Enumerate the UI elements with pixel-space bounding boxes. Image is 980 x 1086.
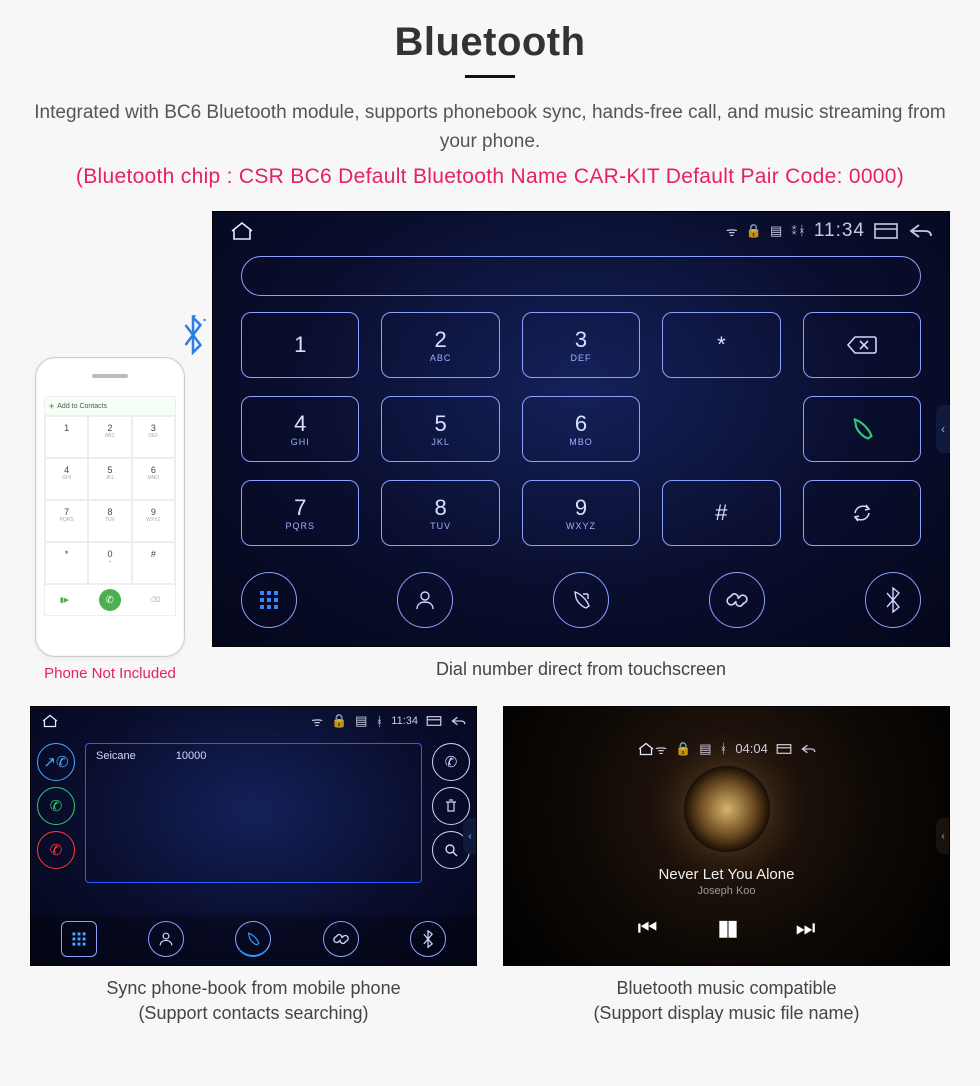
nav-bt-settings[interactable] (865, 572, 921, 628)
headunit-phonebook-screen: ᯤ 🔒 ▤ ᚼ 11:34 ↗✆ ✆ ✆ (30, 706, 477, 966)
mobile-phone-mockup: + Add to Contacts 12ABC3DEF 4GHI5JKL6MNO 7… (35, 357, 185, 657)
nav-pair[interactable] (709, 572, 765, 628)
back-icon[interactable] (800, 743, 816, 755)
lock-icon: 🔒 (675, 741, 691, 757)
dial-out-icon[interactable]: ↗✆ (37, 743, 75, 781)
description: Integrated with BC6 Bluetooth module, su… (30, 98, 950, 157)
key-5[interactable]: 5JKL (381, 396, 499, 462)
dialpad-caption: Dial number direct from touchscreen (212, 657, 950, 682)
dial-icon: ✆ (99, 589, 121, 611)
phonebook-caption: Sync phone-book from mobile phone(Suppor… (30, 976, 477, 1026)
key-#[interactable]: # (662, 480, 780, 546)
phone-action-bar: ▮▶ ✆ ⌫ (45, 584, 175, 615)
wifi-icon: ᯤ (311, 712, 323, 730)
contact-row[interactable]: Seicane 10000 (96, 750, 411, 762)
contact-list[interactable]: Seicane 10000 (85, 743, 422, 883)
contact-name: Seicane (96, 750, 136, 762)
key-4[interactable]: 4GHI (241, 396, 359, 462)
phone-key: 5JKL (88, 458, 131, 500)
drawer-tab[interactable]: ‹ (936, 405, 950, 453)
phone-key: 3DEF (132, 416, 175, 458)
key-6[interactable]: 6MBO (522, 396, 640, 462)
phone-key: 2ABC (88, 416, 131, 458)
key-3[interactable]: 3DEF (522, 312, 640, 378)
bluetooth-status-icon: ᚼ (720, 741, 728, 756)
phone-key: 7PQRS (45, 500, 88, 542)
sd-icon: ▤ (355, 713, 367, 729)
wifi-icon: ᯤ (655, 740, 667, 758)
key-1[interactable]: 1 (241, 312, 359, 378)
clock: 11:34 (814, 220, 865, 242)
sd-icon: ▤ (770, 223, 782, 239)
key-7[interactable]: 7PQRS (241, 480, 359, 546)
phone-caption: Phone Not Included (30, 665, 190, 682)
delete-icon[interactable] (432, 787, 470, 825)
clock: 11:34 (391, 715, 418, 727)
next-track-button[interactable]: ⏭ (796, 915, 816, 941)
prev-track-button[interactable]: ⏮ (638, 915, 658, 941)
nav-contacts[interactable] (397, 572, 453, 628)
nav-bt-settings[interactable] (410, 921, 446, 957)
key-2[interactable]: 2ABC (381, 312, 499, 378)
key-9[interactable]: 9WXYZ (522, 480, 640, 546)
page-title: Bluetooth (30, 20, 950, 65)
bluetooth-icon: ⠁⠂⠄ (178, 315, 208, 364)
album-art (684, 766, 770, 852)
phone-key: 8TUV (88, 500, 131, 542)
window-icon[interactable] (426, 715, 442, 727)
title-underline (465, 75, 515, 78)
backspace-icon: ⌫ (150, 596, 160, 604)
back-icon[interactable] (907, 222, 933, 240)
phone-key: # (132, 542, 175, 584)
wifi-icon: ᯤ (726, 222, 738, 240)
key-del[interactable] (803, 312, 921, 378)
phone-add-contact: + Add to Contacts (45, 397, 175, 416)
nav-keypad[interactable] (241, 572, 297, 628)
headunit-music-screen: ᯤ 🔒 ▤ ᚼ 04:04 Never Let You Alone Joseph… (503, 706, 950, 966)
sync-contacts-icon[interactable]: ✆ (432, 743, 470, 781)
key-swap[interactable] (803, 480, 921, 546)
key-call[interactable] (803, 396, 921, 462)
phone-key: 9WXYZ (132, 500, 175, 542)
lock-icon: 🔒 (746, 223, 762, 239)
add-contact-label: Add to Contacts (57, 403, 107, 410)
window-icon[interactable] (873, 222, 899, 240)
key-*[interactable]: * (662, 312, 780, 378)
phone-key: * (45, 542, 88, 584)
hangup-icon[interactable]: ✆ (37, 831, 75, 869)
phone-key: 0+ (88, 542, 131, 584)
clock: 04:04 (735, 741, 768, 756)
nav-calllog[interactable] (235, 921, 271, 957)
nav-pair[interactable] (323, 921, 359, 957)
nav-calllog[interactable] (553, 572, 609, 628)
contact-number: 10000 (176, 750, 207, 762)
bluetooth-status-icon: ⁑ᚼ (790, 223, 806, 238)
phone-key: 1 (45, 416, 88, 458)
video-icon: ▮▶ (60, 596, 69, 604)
drawer-tab[interactable]: ‹ (463, 818, 477, 854)
headunit-dialpad-screen: ᯤ 🔒 ▤ ⁑ᚼ 11:34 1 2ABC 3DEF * 4GHI 5JKL 6MBO 7PQ… (212, 211, 950, 647)
lock-icon: 🔒 (331, 713, 347, 729)
song-title: Never Let You Alone (659, 866, 795, 883)
spec-line: (Bluetooth chip : CSR BC6 Default Blueto… (30, 165, 950, 189)
music-caption: Bluetooth music compatible(Support displ… (503, 976, 950, 1026)
nav-keypad[interactable] (61, 921, 97, 957)
bluetooth-status-icon: ᚼ (375, 714, 383, 729)
home-icon[interactable] (637, 742, 655, 756)
home-icon[interactable] (41, 714, 59, 728)
back-icon[interactable] (450, 715, 466, 727)
window-icon[interactable] (776, 743, 792, 755)
home-icon[interactable] (229, 221, 255, 241)
number-input[interactable] (241, 256, 921, 296)
key-8[interactable]: 8TUV (381, 480, 499, 546)
drawer-tab[interactable]: ‹ (936, 818, 950, 854)
phone-key: 4GHI (45, 458, 88, 500)
play-pause-button[interactable]: ▮▮ (717, 915, 735, 941)
answer-icon[interactable]: ✆ (37, 787, 75, 825)
artist-name: Joseph Koo (697, 885, 755, 897)
nav-contacts[interactable] (148, 921, 184, 957)
sd-icon: ▤ (699, 741, 711, 757)
phone-key: 6MNO (132, 458, 175, 500)
